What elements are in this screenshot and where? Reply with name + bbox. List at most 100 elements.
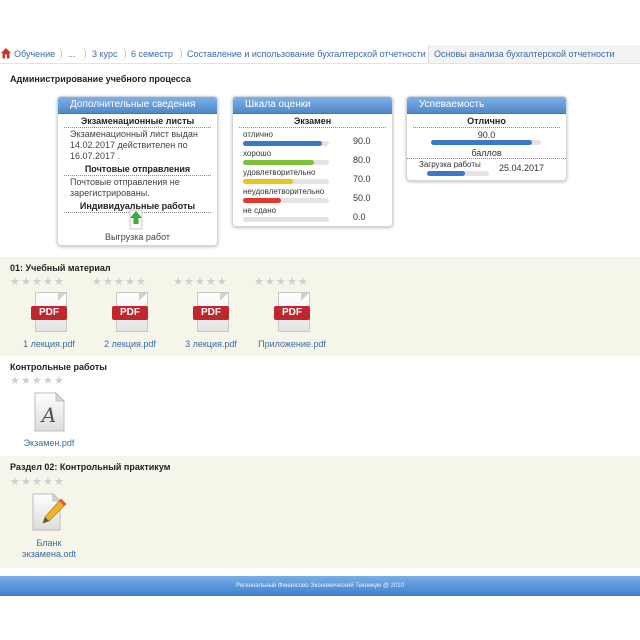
grade-bar-fill [243, 141, 323, 146]
star-icon[interactable]: ★ [136, 277, 146, 288]
breadcrumb-item-ellipsis[interactable]: ... [68, 45, 76, 63]
file-exam-form[interactable]: Бланк экзамена.odt [9, 493, 89, 563]
section-study-material: 01: Учебный материал ★★★★★ ★★★★★ ★★★★★ ★… [0, 257, 640, 356]
breadcrumb-item-course[interactable]: 3 курс [92, 45, 117, 63]
section-title: Контрольные работы [10, 362, 107, 372]
pdf-type-label: PDF [31, 306, 67, 320]
exam-sheets-text: Экзаменационный лист выдан 14.02.2017 де… [70, 129, 198, 161]
grade-row-good: хорошо 80.0 [243, 149, 373, 165]
star-icon[interactable]: ★ [54, 376, 64, 387]
star-icon[interactable]: ★ [21, 477, 31, 488]
star-icon[interactable]: ★ [54, 277, 64, 288]
star-icon[interactable]: ★ [32, 477, 42, 488]
grade-row-satisfactory: удовлетворительно 70.0 [243, 168, 373, 184]
upload-date: 25.04.2017 [499, 163, 545, 173]
star-icon[interactable]: ★ [125, 277, 135, 288]
star-icon[interactable]: ★ [195, 277, 205, 288]
file-lecture-1[interactable]: PDF 1 лекция.pdf [9, 292, 89, 352]
rating-stars[interactable]: ★★★★★ [10, 376, 65, 387]
rating-stars[interactable]: ★★★★★ [10, 477, 65, 488]
file-name[interactable]: Приложение.pdf [252, 339, 332, 350]
star-icon[interactable]: ★ [92, 277, 102, 288]
star-icon[interactable]: ★ [265, 277, 275, 288]
file-exam[interactable]: A Экзамен.pdf [9, 392, 89, 452]
grade-value: 0.0 [353, 212, 366, 222]
star-icon[interactable]: ★ [217, 277, 227, 288]
exam-heading: Экзамен [239, 114, 386, 128]
card-title: Успеваемость [407, 97, 566, 114]
star-icon[interactable]: ★ [103, 277, 113, 288]
section-control-practicum: Раздел 02: Контрольный практикум ★★★★★ Б… [0, 456, 640, 568]
grade-value: 50.0 [353, 193, 371, 203]
grade-bar-track [243, 179, 329, 184]
footer: Региональный Финансово Экономический Тех… [0, 576, 640, 596]
grade-bar-fill [243, 179, 293, 184]
star-icon[interactable]: ★ [276, 277, 286, 288]
file-lecture-2[interactable]: PDF 2 лекция.pdf [90, 292, 170, 352]
grade-row-not-passed: не сдано 0.0 [243, 206, 373, 222]
breadcrumb-item-subject[interactable]: Составление и использование бухгалтерско… [187, 45, 426, 63]
breadcrumb-item-current[interactable]: Основы анализа бухгалтерской отчетности [428, 45, 640, 63]
mail-heading: Почтовые отправления [64, 162, 211, 176]
star-icon[interactable]: ★ [173, 277, 183, 288]
breadcrumb-separator [80, 47, 86, 61]
grade-row-unsatisfactory: неудовлетворительно 50.0 [243, 187, 373, 203]
rating-stars[interactable]: ★★★★★ [173, 277, 228, 288]
upload-bar-track [427, 171, 489, 176]
card-title: Шкала оценки [233, 97, 392, 114]
additional-info-card: Дополнительные сведения Экзаменационные … [57, 96, 218, 246]
star-icon[interactable]: ★ [206, 277, 216, 288]
section-title: 01: Учебный материал [10, 263, 111, 273]
star-icon[interactable]: ★ [10, 477, 20, 488]
star-icon[interactable]: ★ [114, 277, 124, 288]
star-icon[interactable]: ★ [184, 277, 194, 288]
file-name[interactable]: 2 лекция.pdf [90, 339, 170, 350]
star-icon[interactable]: ★ [54, 477, 64, 488]
star-icon[interactable]: ★ [43, 376, 53, 387]
file-name-line-2[interactable]: экзамена.odt [9, 549, 89, 560]
rating-stars[interactable]: ★★★★★ [254, 277, 309, 288]
file-appendix[interactable]: PDF Приложение.pdf [252, 292, 332, 352]
file-name[interactable]: Экзамен.pdf [9, 438, 89, 449]
star-icon[interactable]: ★ [10, 376, 20, 387]
home-icon[interactable] [1, 48, 11, 59]
grade-value: 90.0 [353, 136, 371, 146]
star-icon[interactable]: ★ [43, 277, 53, 288]
progress-grade-heading: Отлично [413, 114, 560, 128]
exam-sheets-heading: Экзаменационные листы [64, 114, 211, 128]
breadcrumb-separator [56, 47, 62, 61]
rating-stars[interactable]: ★★★★★ [92, 277, 147, 288]
grade-row-excellent: отлично 90.0 [243, 130, 373, 146]
star-icon[interactable]: ★ [298, 277, 308, 288]
breadcrumb-separator [120, 47, 126, 61]
star-icon[interactable]: ★ [254, 277, 264, 288]
breadcrumb-item-semester[interactable]: 6 семестр [131, 45, 173, 63]
upload-works-label: Выгрузка работ [104, 232, 171, 242]
file-name[interactable]: 1 лекция.pdf [9, 339, 89, 350]
upload-works-button[interactable]: Выгрузка работ [58, 209, 217, 243]
star-icon[interactable]: ★ [10, 277, 20, 288]
rating-stars[interactable]: ★★★★★ [10, 277, 65, 288]
star-icon[interactable]: ★ [21, 277, 31, 288]
grade-value: 80.0 [353, 155, 371, 165]
page-title: Администрирование учебного процесса [10, 74, 191, 84]
pdf-type-label: PDF [193, 306, 229, 320]
pdf-type-label: PDF [274, 306, 310, 320]
star-icon[interactable]: ★ [32, 376, 42, 387]
file-name-line-1[interactable]: Бланк [9, 538, 89, 549]
star-icon[interactable]: ★ [21, 376, 31, 387]
file-lecture-3[interactable]: PDF 3 лекция.pdf [171, 292, 251, 352]
star-icon[interactable]: ★ [43, 477, 53, 488]
pdf-file-icon: PDF [31, 292, 67, 332]
breadcrumb-item-training[interactable]: Обучение [14, 45, 55, 63]
star-icon[interactable]: ★ [32, 277, 42, 288]
section-control-works: Контрольные работы ★★★★★ A Экзамен.pdf [0, 356, 640, 456]
file-name[interactable]: 3 лекция.pdf [171, 339, 251, 350]
score-bar-track [431, 140, 541, 145]
star-icon[interactable]: ★ [287, 277, 297, 288]
section-title: Раздел 02: Контрольный практикум [10, 462, 171, 472]
breadcrumb-separator [176, 47, 182, 61]
upload-label: Загрузка работы [419, 160, 481, 169]
grading-scale-card: Шкала оценки Экзамен отлично 90.0 хорошо… [232, 96, 393, 227]
grade-value: 70.0 [353, 174, 371, 184]
